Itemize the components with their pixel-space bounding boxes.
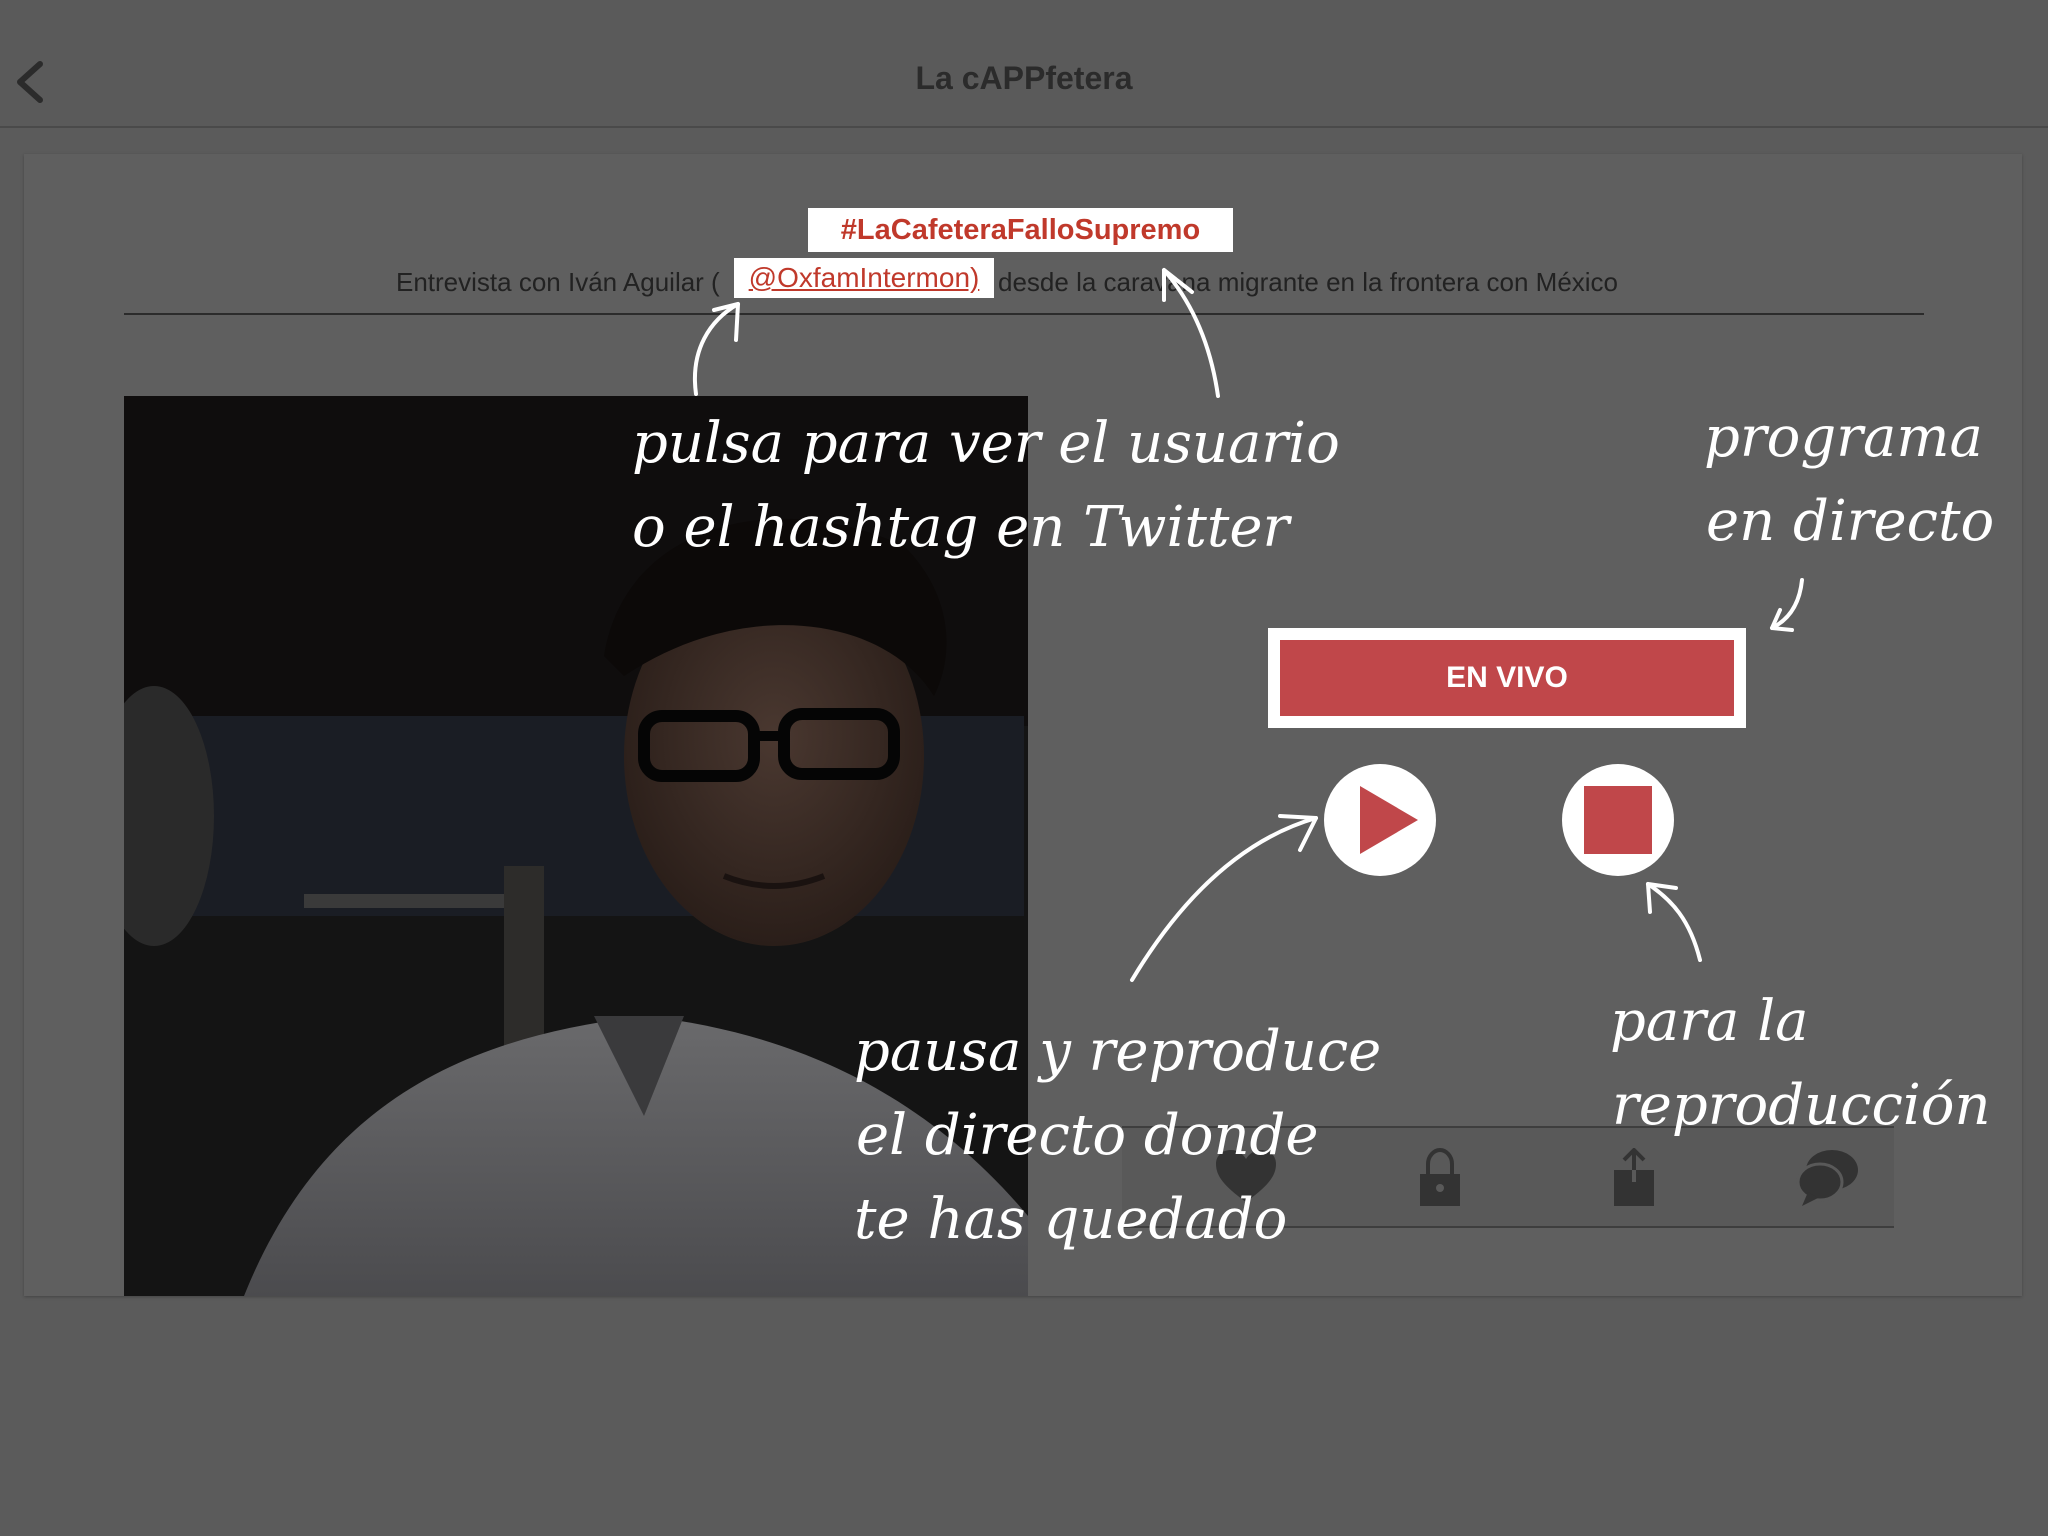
chat-icon <box>1796 1150 1858 1206</box>
comments-button[interactable] <box>1796 1148 1860 1208</box>
twitter-mention-link[interactable]: @OxfamIntermon) <box>734 258 994 298</box>
play-button[interactable] <box>1324 764 1436 876</box>
navigation-bar: La cAPPfetera <box>0 0 2048 128</box>
live-button[interactable]: EN VIVO <box>1280 640 1734 716</box>
share-icon <box>1614 1147 1654 1206</box>
page-title: La cAPPfetera <box>915 60 1133 96</box>
annotation-stop-line1: para la <box>1610 989 1809 1054</box>
annotation-play-line2: el directo donde <box>856 1103 1319 1168</box>
program-subtitle: Entrevista con Iván Aguilar ( desde la c… <box>124 262 1924 302</box>
stop-icon <box>1584 786 1652 854</box>
lock-icon <box>1420 1147 1460 1206</box>
hashtag-link[interactable]: #LaCafeteraFalloSupremo <box>808 208 1233 252</box>
play-icon <box>1360 786 1418 854</box>
annotation-play-line1: pausa y reproduce <box>854 1019 1382 1084</box>
annotation-play-line3: te has quedado <box>854 1187 1288 1252</box>
annotation-stop-line2: reproducción <box>1612 1073 1991 1138</box>
subtitle-prefix: Entrevista con Iván Aguilar ( <box>396 267 720 297</box>
divider <box>124 313 1924 315</box>
annotation-twitter-line1: pulsa para ver el usuario <box>632 411 1340 476</box>
annotation-twitter-line2: o el hashtag en Twitter <box>632 495 1290 560</box>
live-button-frame: EN VIVO <box>1268 628 1746 728</box>
share-button[interactable] <box>1602 1147 1666 1208</box>
stop-button[interactable] <box>1562 764 1674 876</box>
lock-button[interactable] <box>1408 1147 1472 1208</box>
annotation-live-line1: programa <box>1704 405 1983 470</box>
app-screen: La cAPPfetera #LaCafeteraFalloSupremo En… <box>0 0 2048 1536</box>
subtitle-suffix: desde la caravana migrante en la fronter… <box>998 267 1619 297</box>
annotation-live-line2: en directo <box>1706 489 1995 554</box>
